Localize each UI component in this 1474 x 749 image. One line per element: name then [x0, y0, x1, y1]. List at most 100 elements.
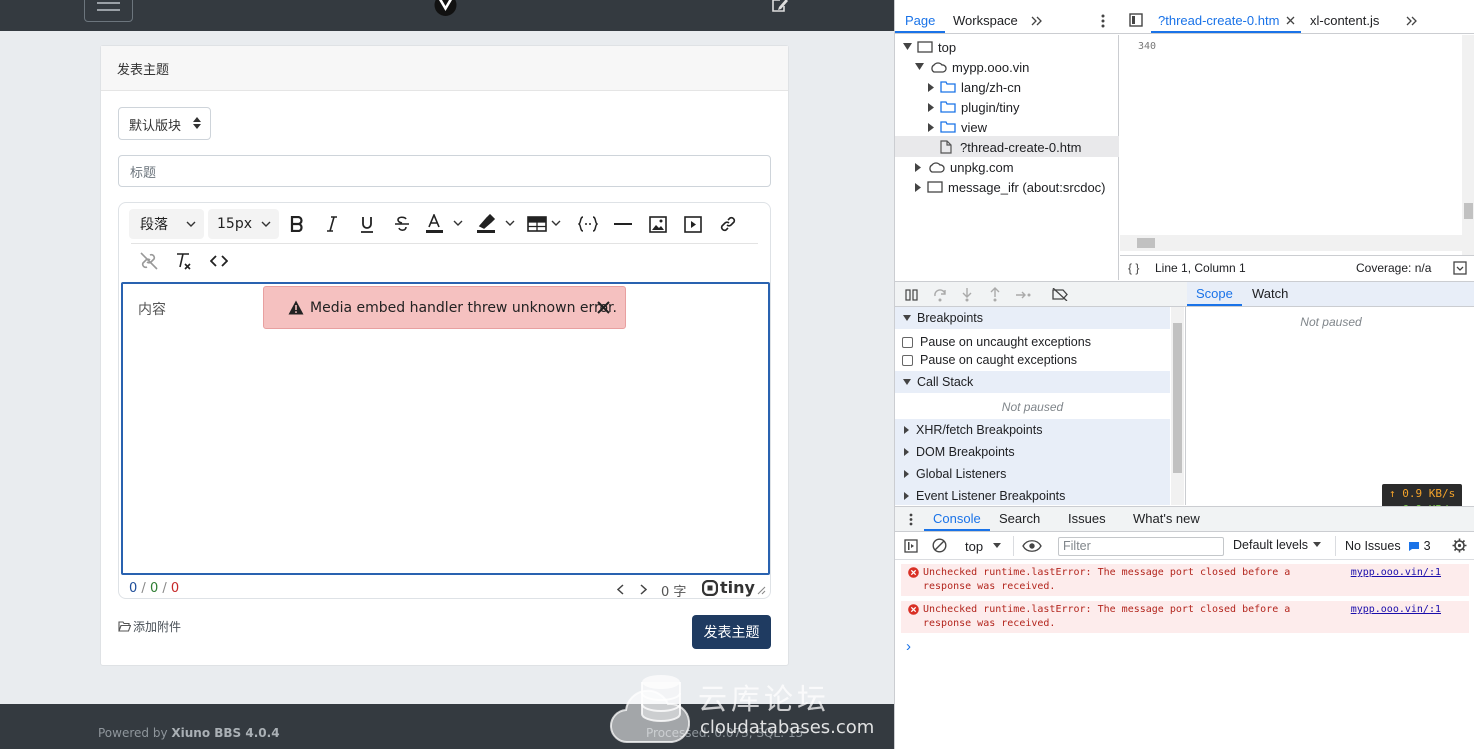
- font-size-value: 15px: [217, 216, 252, 232]
- tab-scope[interactable]: Scope: [1196, 286, 1233, 301]
- log-levels-select[interactable]: Default levels: [1233, 538, 1322, 552]
- step-out-icon[interactable]: [989, 287, 1001, 302]
- tab-console[interactable]: Console: [933, 511, 981, 526]
- tree-item-iframe[interactable]: message_ifr (about:srcdoc): [915, 177, 1106, 197]
- global-listeners-header[interactable]: Global Listeners: [895, 463, 1170, 485]
- unlink-icon[interactable]: [137, 247, 161, 275]
- strikethrough-icon[interactable]: [390, 209, 414, 239]
- tree-label: message_ifr (about:srcdoc): [948, 179, 1106, 195]
- file-tab-active[interactable]: ?thread-create-0.htm: [1158, 13, 1279, 28]
- tab-issues[interactable]: Issues: [1068, 511, 1106, 526]
- code-editor[interactable]: 340: [1120, 35, 1474, 255]
- console-prompt[interactable]: ›: [906, 638, 911, 655]
- line-number: 340: [1138, 41, 1157, 52]
- console-error-row[interactable]: Unchecked runtime.lastError: The message…: [901, 601, 1469, 633]
- step-into-icon[interactable]: [961, 287, 973, 302]
- file-tab[interactable]: xl-content.js: [1310, 13, 1379, 28]
- tree-item-top[interactable]: top: [903, 37, 956, 57]
- more-tabs-icon[interactable]: [1031, 16, 1043, 26]
- underline-icon[interactable]: [355, 209, 379, 239]
- image-icon[interactable]: [646, 209, 670, 239]
- step-over-icon[interactable]: [933, 288, 947, 302]
- highlight-color-icon[interactable]: [476, 209, 518, 239]
- horizontal-line-icon[interactable]: [611, 209, 635, 239]
- checkbox[interactable]: [902, 336, 913, 348]
- pause-caught-checkbox[interactable]: Pause on caught exceptions: [902, 353, 1077, 367]
- tree-label: ?thread-create-0.htm: [960, 139, 1082, 155]
- close-icon[interactable]: [597, 301, 610, 314]
- console-error-row[interactable]: Unchecked runtime.lastError: The message…: [901, 564, 1469, 596]
- pretty-print-icon[interactable]: { }: [1128, 261, 1139, 275]
- tree-item-domain[interactable]: unpkg.com: [915, 157, 1014, 177]
- pause-icon[interactable]: [905, 289, 918, 301]
- console-filter-input[interactable]: Filter: [1058, 537, 1224, 556]
- event-listener-breakpoints-header[interactable]: Event Listener Breakpoints: [895, 485, 1170, 505]
- scrollbar-thumb[interactable]: [1173, 323, 1182, 473]
- tab-workspace[interactable]: Workspace: [953, 13, 1018, 28]
- drawer-menu-icon[interactable]: [909, 513, 913, 526]
- toggle-navigator-icon[interactable]: [1129, 13, 1143, 27]
- footer-brand-link[interactable]: Xiuno BBS 4.0.4: [171, 726, 279, 740]
- section-title: Event Listener Breakpoints: [916, 489, 1066, 503]
- source-code-icon[interactable]: [207, 247, 231, 275]
- resize-handle-icon[interactable]: [757, 586, 766, 595]
- issues-counter[interactable]: No Issues 3: [1345, 539, 1431, 553]
- tree-item-file[interactable]: ?thread-create-0.htm: [940, 137, 1081, 157]
- deactivate-breakpoints-icon[interactable]: [1052, 288, 1068, 301]
- submit-thread-button[interactable]: 发表主题: [692, 615, 771, 649]
- xhr-breakpoints-header[interactable]: XHR/fetch Breakpoints: [895, 419, 1170, 441]
- dom-breakpoints-header[interactable]: DOM Breakpoints: [895, 441, 1170, 463]
- dropdown-caret-icon: [1313, 542, 1322, 547]
- link-icon[interactable]: [716, 209, 740, 239]
- chevron-right-icon[interactable]: [640, 584, 647, 595]
- menu-toggle-button[interactable]: [84, 0, 133, 22]
- checkbox[interactable]: [902, 354, 913, 366]
- console-settings-gear-icon[interactable]: [1452, 538, 1467, 553]
- clear-console-icon[interactable]: [932, 538, 947, 553]
- clear-formatting-icon[interactable]: [172, 247, 196, 275]
- chevron-down-icon: [186, 221, 196, 227]
- forum-select[interactable]: 默认版块: [118, 107, 211, 140]
- tree-item-folder[interactable]: plugin/tiny: [928, 97, 1020, 117]
- scrollbar-thumb[interactable]: [1137, 238, 1155, 248]
- count-a: 0: [129, 581, 138, 596]
- error-source-link[interactable]: mypp.ooo.vin/:1: [1351, 603, 1441, 617]
- tab-watch[interactable]: Watch: [1252, 286, 1288, 301]
- breakpoints-section-header[interactable]: Breakpoints: [895, 307, 1170, 329]
- horizontal-scrollbar[interactable]: [1120, 235, 1462, 251]
- scrollbar-thumb[interactable]: [1464, 203, 1473, 219]
- bold-icon[interactable]: [285, 209, 309, 239]
- sidebar-toggle-icon[interactable]: [904, 539, 918, 553]
- italic-icon[interactable]: [320, 209, 344, 239]
- table-icon[interactable]: [526, 209, 566, 239]
- vertical-scrollbar[interactable]: [1462, 35, 1474, 255]
- kebab-menu-icon[interactable]: [1101, 14, 1105, 28]
- tiny-brand-link[interactable]: tiny: [702, 578, 755, 597]
- font-size-select[interactable]: 15px: [208, 209, 279, 239]
- context-select[interactable]: top: [957, 536, 1009, 556]
- code-sample-icon[interactable]: [576, 209, 600, 239]
- coverage-toggle-icon[interactable]: [1453, 261, 1467, 275]
- error-source-link[interactable]: mypp.ooo.vin/:1: [1351, 566, 1441, 580]
- chevron-left-icon[interactable]: [617, 584, 624, 595]
- close-tab-icon[interactable]: [1286, 16, 1295, 25]
- more-tabs-icon[interactable]: [1406, 16, 1418, 26]
- step-icon[interactable]: [1015, 290, 1031, 300]
- watermark-en-text: cloudatabases.com: [700, 717, 875, 738]
- tree-item-domain[interactable]: mypp.ooo.vin: [915, 57, 1029, 77]
- text-color-icon[interactable]: [425, 209, 465, 239]
- tab-page[interactable]: Page: [905, 13, 935, 28]
- live-expression-eye-icon[interactable]: [1022, 540, 1042, 552]
- block-format-select[interactable]: 段落: [129, 209, 204, 239]
- media-embed-icon[interactable]: [681, 209, 705, 239]
- tab-search[interactable]: Search: [999, 511, 1040, 526]
- compose-icon[interactable]: [771, 0, 789, 13]
- callstack-section-header[interactable]: Call Stack: [895, 371, 1170, 393]
- title-input[interactable]: 标题: [118, 155, 771, 187]
- pause-uncaught-checkbox[interactable]: Pause on uncaught exceptions: [902, 335, 1091, 349]
- tab-whats-new[interactable]: What's new: [1133, 511, 1200, 526]
- site-logo-icon[interactable]: [433, 0, 458, 18]
- add-attachment-link[interactable]: 添加附件: [118, 618, 181, 635]
- tree-item-folder[interactable]: view: [928, 117, 987, 137]
- tree-item-folder[interactable]: lang/zh-cn: [928, 77, 1021, 97]
